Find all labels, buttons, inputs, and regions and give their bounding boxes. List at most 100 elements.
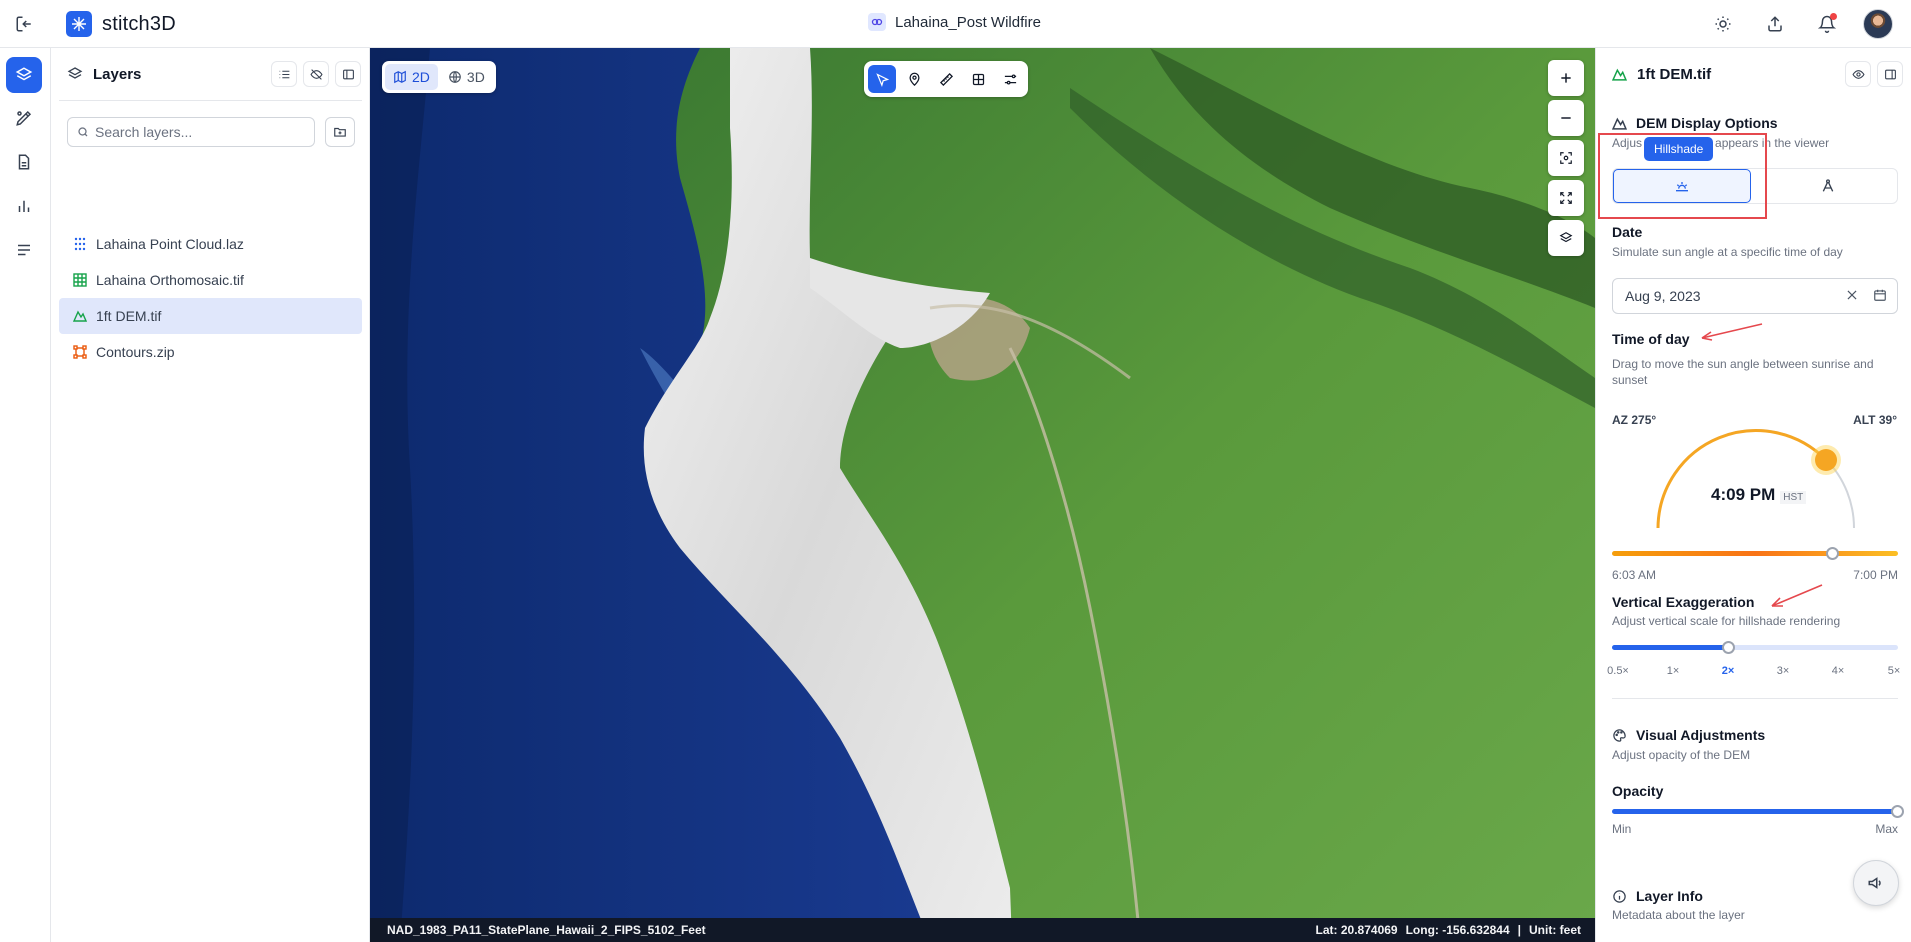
analytics-rail-icon[interactable] <box>6 188 42 224</box>
visual-adjustments-heading: Visual Adjustments <box>1612 727 1765 743</box>
sun-marker-core <box>1815 449 1837 471</box>
notifications-bell-icon[interactable] <box>1811 8 1843 40</box>
opacity-range-labels: Min Max <box>1612 822 1898 836</box>
map-status-bar: NAD_1983_PA11_StatePlane_Hawaii_2_FIPS_5… <box>370 918 1595 942</box>
point-cloud-icon <box>74 237 86 251</box>
tick-label: 1× <box>1666 665 1680 677</box>
select-cursor-icon[interactable] <box>868 65 896 93</box>
exaggeration-slider-handle[interactable] <box>1722 641 1735 654</box>
view-mode-3d-label: 3D <box>466 69 485 85</box>
divider <box>59 100 362 101</box>
zoom-in-icon[interactable] <box>1548 60 1584 96</box>
exaggeration-slider-fill <box>1612 645 1728 650</box>
unit-readout: Unit: feet <box>1529 923 1581 937</box>
slope-mode-button[interactable] <box>1759 169 1897 203</box>
search-icon <box>78 127 88 137</box>
tick-label: 5× <box>1887 665 1901 677</box>
time-slider-handle[interactable] <box>1826 547 1840 560</box>
time-range-labels: 6:03 AM 7:00 PM <box>1612 568 1898 582</box>
list-rail-icon[interactable] <box>6 232 42 268</box>
tick-label-selected: 2× <box>1721 665 1735 677</box>
map-controls <box>1548 60 1584 256</box>
design-tools-rail-icon[interactable] <box>6 100 42 136</box>
polygon-area-icon[interactable] <box>964 65 992 93</box>
map-viewer[interactable]: 2D 3D NAD_1983_PA11_StatePlane_Hawaii_2_… <box>370 48 1595 942</box>
vertical-exaggeration-heading: Vertical Exaggeration <box>1612 594 1755 610</box>
terrain-icon <box>1612 68 1627 81</box>
collapse-panel-icon[interactable] <box>1877 61 1903 87</box>
top-bar: stitch3D Lahaina_Post Wildfire <box>0 0 1911 48</box>
layer-item-contours[interactable]: Contours.zip <box>59 334 362 370</box>
terrain-icon <box>1612 117 1627 130</box>
measure-ruler-icon[interactable] <box>932 65 960 93</box>
add-folder-icon[interactable] <box>325 117 355 147</box>
fullscreen-icon[interactable] <box>1548 180 1584 216</box>
vector-shape-icon <box>73 345 87 359</box>
properties-panel: 1ft DEM.tif DEM Display Options Adjus app… <box>1595 48 1911 942</box>
layers-stack-icon <box>67 67 83 79</box>
focus-target-icon[interactable] <box>1548 140 1584 176</box>
sunrise-time: 6:03 AM <box>1612 568 1657 582</box>
vertical-exaggeration-subtitle: Adjust vertical scale for hillshade rend… <box>1612 614 1841 628</box>
date-value: Aug 9, 2023 <box>1625 288 1701 304</box>
view-mode-2d-label: 2D <box>412 69 430 85</box>
visual-adjustments-subtitle: Adjust opacity of the DEM <box>1612 748 1751 762</box>
layer-item-dem[interactable]: 1ft DEM.tif <box>59 298 362 334</box>
layer-label: Contours.zip <box>96 344 175 360</box>
visibility-eye-icon[interactable] <box>1845 61 1871 87</box>
project-icon <box>868 13 886 31</box>
dem-display-options-heading: DEM Display Options <box>1612 115 1778 131</box>
layers-rail-icon[interactable] <box>6 57 42 93</box>
layer-label: Lahaina Orthomosaic.tif <box>96 272 244 288</box>
latitude-readout: Lat: 20.874069 <box>1315 923 1398 937</box>
layer-list: Lahaina Point Cloud.laz Lahaina Orthomos… <box>59 226 362 370</box>
layer-item-orthomosaic[interactable]: Lahaina Orthomosaic.tif <box>59 262 362 298</box>
opacity-slider-handle[interactable] <box>1891 805 1904 818</box>
share-icon[interactable] <box>1759 8 1791 40</box>
layer-item-point-cloud[interactable]: Lahaina Point Cloud.laz <box>59 226 362 262</box>
palette-icon <box>1613 728 1626 742</box>
brand-name: stitch3D <box>102 12 176 35</box>
zoom-out-icon[interactable] <box>1548 100 1584 136</box>
stitch3d-logo-icon <box>66 11 92 37</box>
map-icon <box>394 70 406 84</box>
sunset-time: 7:00 PM <box>1853 568 1898 582</box>
time-slider-track[interactable] <box>1612 551 1898 556</box>
map-pin-icon[interactable] <box>900 65 928 93</box>
satellite-imagery <box>370 48 1595 942</box>
document-rail-icon[interactable] <box>6 144 42 180</box>
date-picker-field[interactable]: Aug 9, 2023 <box>1612 278 1898 314</box>
search-input[interactable] <box>95 124 295 140</box>
globe-icon <box>449 71 461 83</box>
sun-arc <box>1656 429 1855 529</box>
feedback-megaphone-icon[interactable] <box>1853 860 1899 906</box>
opacity-slider-track[interactable] <box>1612 809 1898 814</box>
list-view-icon[interactable] <box>271 61 297 87</box>
view-mode-2d[interactable]: 2D <box>385 64 438 90</box>
layers-title: Layers <box>93 65 142 83</box>
tick-label: 0.5× <box>1607 665 1629 677</box>
hillshade-tooltip: Hillshade <box>1644 137 1714 161</box>
exit-icon[interactable] <box>12 12 36 36</box>
settings-sliders-icon[interactable] <box>996 65 1024 93</box>
project-title-area[interactable]: Lahaina_Post Wildfire <box>868 13 1041 31</box>
view-mode-3d[interactable]: 3D <box>440 64 493 90</box>
clear-x-icon[interactable] <box>1845 288 1859 302</box>
collapse-panel-icon[interactable] <box>335 61 361 87</box>
layer-label: Lahaina Point Cloud.laz <box>96 236 244 252</box>
basemap-layers-icon[interactable] <box>1548 220 1584 256</box>
brand[interactable]: stitch3D <box>66 11 176 37</box>
user-avatar[interactable] <box>1863 9 1893 39</box>
theme-toggle-icon[interactable] <box>1707 8 1739 40</box>
date-heading: Date <box>1612 224 1643 240</box>
hide-all-eye-off-icon[interactable] <box>303 61 329 87</box>
tick-label: 4× <box>1831 665 1845 677</box>
search-layers-field[interactable] <box>67 117 315 147</box>
info-icon <box>1613 889 1626 903</box>
calendar-icon[interactable] <box>1873 288 1887 302</box>
sun-time: 4:09 PM HST <box>1711 485 1807 505</box>
project-title: Lahaina_Post Wildfire <box>895 13 1041 31</box>
longitude-readout: Long: -156.632844 <box>1405 923 1510 937</box>
map-toolbar <box>864 61 1028 97</box>
opacity-max-label: Max <box>1875 822 1898 836</box>
